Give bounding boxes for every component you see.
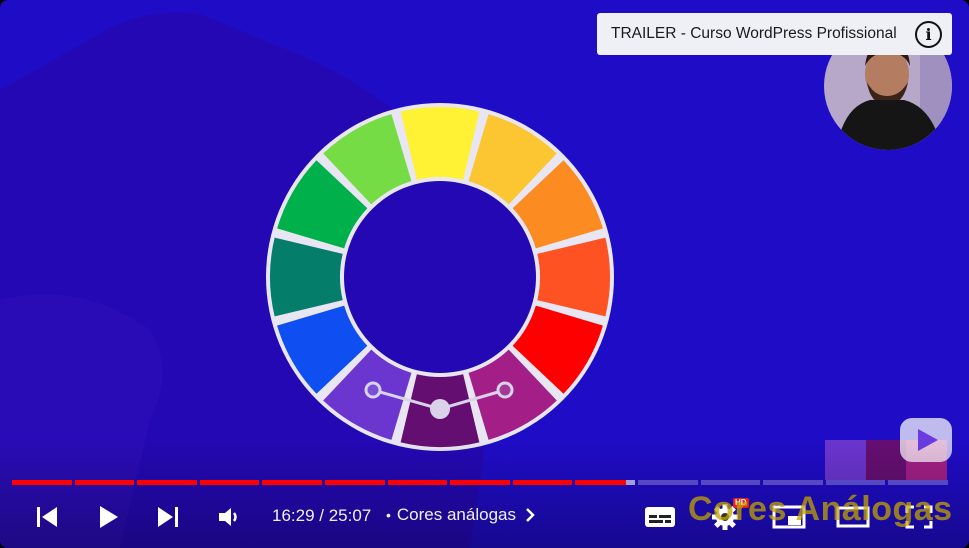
progress-chapter-played[interactable] — [74, 480, 135, 485]
progress-chapter[interactable] — [888, 480, 948, 485]
skip-previous-icon — [37, 507, 57, 527]
miniplayer-icon — [772, 505, 806, 529]
selector-node-left — [364, 381, 382, 399]
info-card[interactable]: TRAILER - Curso WordPress Profissional i — [597, 13, 952, 55]
chapter-separator: • — [386, 507, 391, 523]
mute-button[interactable] — [214, 504, 244, 530]
chapter-title-button[interactable]: • Cores análogas — [386, 505, 536, 525]
volume-icon — [219, 508, 237, 526]
info-icon[interactable]: i — [915, 20, 942, 48]
progress-chapter-played[interactable] — [575, 480, 626, 485]
fullscreen-icon — [905, 505, 933, 529]
video-player[interactable]: TRAILER - Curso WordPress Profissional i… — [0, 0, 969, 548]
progress-chapter-played[interactable] — [199, 480, 260, 485]
progress-chapter-played[interactable] — [387, 480, 448, 485]
chapter-title: Cores análogas — [396, 505, 516, 524]
progress-chapter-played[interactable] — [137, 480, 197, 485]
fullscreen-button[interactable] — [900, 503, 938, 531]
progress-chapter[interactable] — [638, 480, 698, 485]
player-controls: 16:29 / 25:07 • Cores análogas — [0, 492, 969, 542]
subtitles-icon — [645, 507, 675, 527]
progress-chapter[interactable] — [825, 480, 886, 485]
progress-chapter-played[interactable] — [512, 480, 573, 485]
progress-chapter[interactable] — [700, 480, 761, 485]
selector-node-center — [430, 399, 450, 419]
theater-mode-button[interactable] — [834, 503, 872, 531]
color-wheel-center — [344, 181, 536, 373]
theater-mode-icon — [836, 506, 870, 528]
hd-badge: HD — [733, 498, 749, 508]
info-card-title[interactable]: TRAILER - Curso WordPress Profissional — [611, 25, 897, 43]
chevron-right-icon — [526, 508, 535, 522]
subtitles-button[interactable] — [642, 503, 678, 531]
progress-chapter[interactable] — [626, 480, 635, 485]
play-icon — [100, 506, 118, 528]
color-wheel — [266, 103, 614, 451]
next-button[interactable] — [153, 504, 185, 530]
play-button[interactable] — [94, 503, 122, 531]
selector-node-right — [496, 381, 514, 399]
progress-chapter-played[interactable] — [262, 480, 322, 485]
miniplayer-button[interactable] — [770, 503, 808, 531]
progress-chapter-played[interactable] — [12, 480, 72, 485]
time-display: 16:29 / 25:07 — [272, 506, 372, 525]
progress-bar[interactable] — [12, 480, 948, 485]
progress-chapter-played[interactable] — [325, 480, 385, 485]
skip-next-icon — [158, 507, 178, 527]
progress-chapter-played[interactable] — [450, 480, 510, 485]
progress-chapter[interactable] — [763, 480, 823, 485]
previous-button[interactable] — [30, 504, 62, 530]
